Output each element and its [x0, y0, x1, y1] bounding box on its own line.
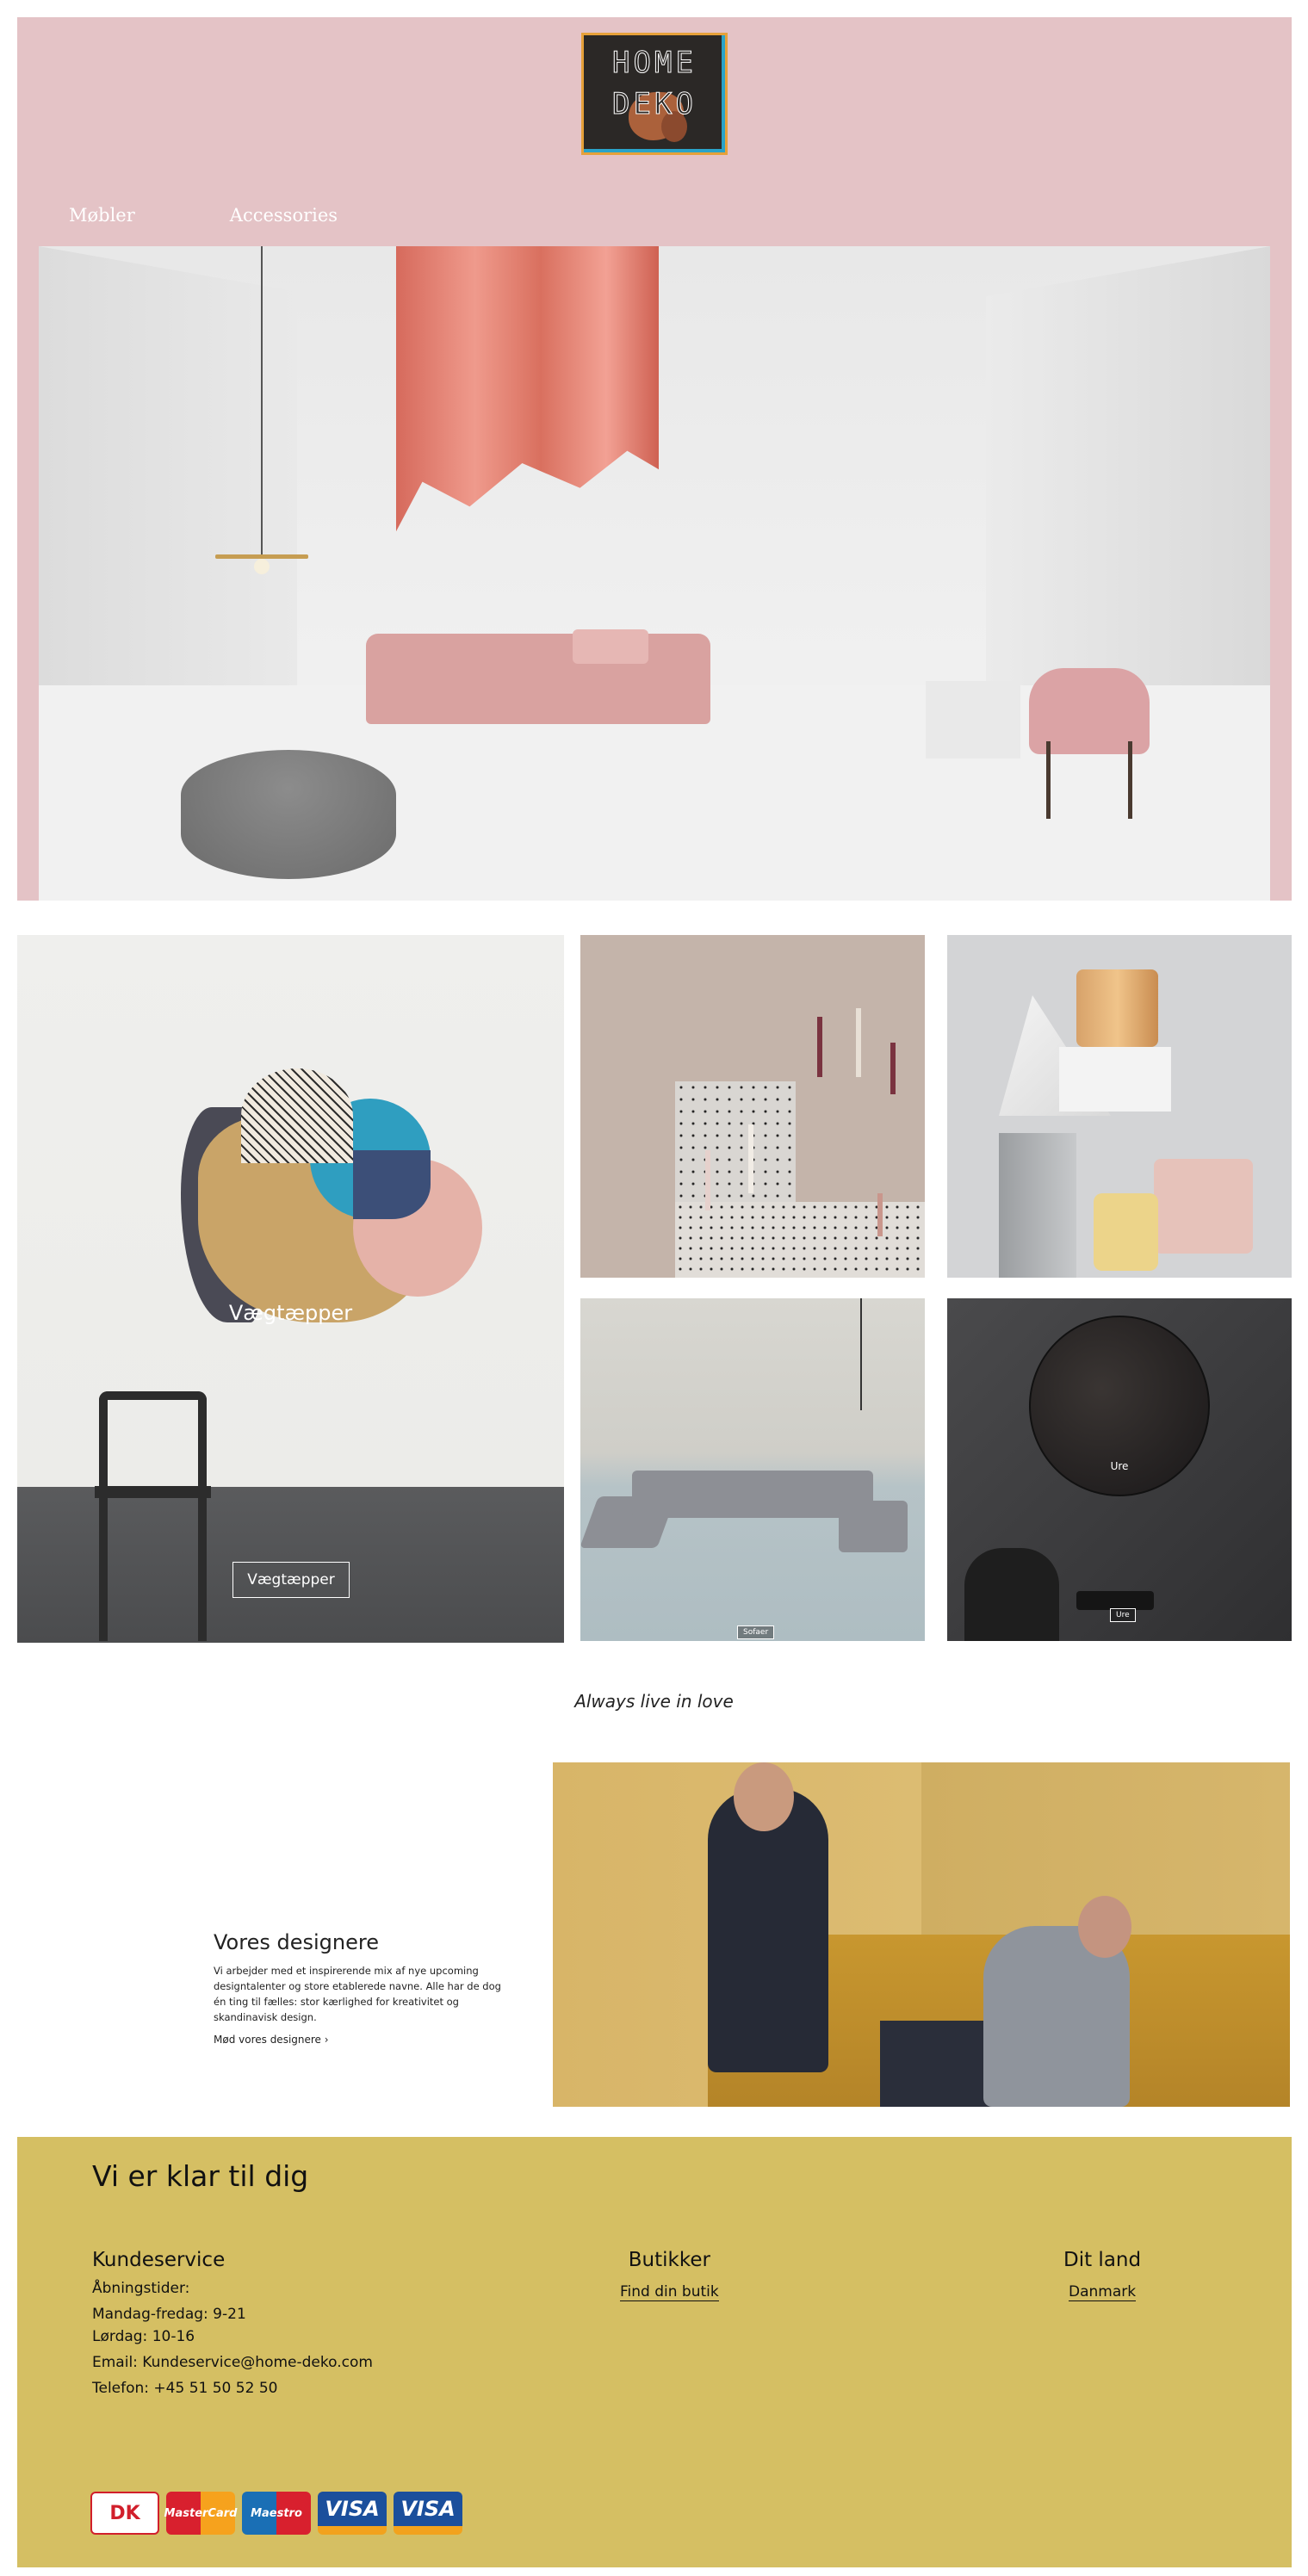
logo-text-deko: DEKO [612, 87, 697, 122]
grey-sofa [839, 1501, 908, 1552]
nav-item-mobler[interactable]: Møbler [69, 205, 135, 226]
designer-head [1078, 1896, 1131, 1958]
chair-seat [95, 1486, 211, 1498]
vaegtaepper-button[interactable]: Vægtæpper [232, 1562, 350, 1598]
armchair-leg [1128, 741, 1132, 819]
find-store-link[interactable]: Find din butik [620, 2283, 719, 2301]
footer: Vi er klar til dig Kundeservice Åbningst… [17, 2137, 1292, 2567]
white-block [1059, 1047, 1171, 1112]
category-tile-vaegtaepper[interactable]: Vægtæpper Vægtæpper [17, 935, 564, 1643]
candle [817, 1017, 822, 1077]
weekday-hours: Mandag-fredag: 9-21 [92, 2306, 246, 2323]
designers-body: Vi arbejder med et inspirerende mix af n… [214, 1965, 501, 2023]
opening-hours-label: Åbningstider: [92, 2280, 190, 2297]
wall-shelf [1076, 1591, 1154, 1610]
hero-image[interactable] [39, 246, 1270, 901]
butikker-heading: Butikker [628, 2249, 710, 2271]
lamp-bulb [254, 559, 270, 574]
country-column: Dit land Danmark [1063, 2249, 1141, 2301]
candle [856, 1008, 861, 1077]
candle [748, 1124, 753, 1193]
rug-shape [353, 1150, 431, 1219]
category-tile-ure[interactable]: Ure Ure [947, 1298, 1292, 1641]
pedestal [926, 681, 1020, 759]
grey-pouf [181, 750, 396, 879]
home-deko-logo[interactable]: HOME DEKO [581, 33, 728, 155]
kundeservice-column: Kundeservice Åbningstider: Mandag-fredag… [92, 2249, 373, 2397]
ure-button[interactable]: Ure [1110, 1608, 1136, 1622]
tile-overlay-label: Vægtæpper [228, 1301, 353, 1325]
contact-phone[interactable]: Telefon: +45 51 50 52 50 [92, 2380, 373, 2397]
designer-head [734, 1762, 794, 1831]
terrazzo-block [675, 1202, 925, 1278]
wood-vase [1076, 969, 1158, 1047]
armchair-leg [1046, 741, 1051, 819]
yellow-cup [1094, 1193, 1158, 1271]
mastercard-icon: MasterCard [164, 2492, 237, 2535]
visa-icon: VISA [318, 2492, 387, 2535]
country-heading: Dit land [1063, 2249, 1142, 2271]
maestro-icon: Maestro [242, 2492, 311, 2535]
contact-email[interactable]: Email: Kundeservice@home-deko.com [92, 2354, 373, 2371]
candle [890, 1043, 896, 1094]
main-nav: Møbler Accessories [69, 205, 338, 226]
sofaer-button[interactable]: Sofaer [737, 1625, 775, 1639]
marble-wall [39, 246, 297, 757]
stone-block [999, 1133, 1076, 1278]
designers-link[interactable]: Mød vores designere › [214, 2034, 511, 2046]
pendant-lamp-cord [860, 1298, 862, 1410]
nav-item-accessories[interactable]: Accessories [230, 205, 338, 226]
grey-sofa [632, 1471, 873, 1518]
kundeservice-heading: Kundeservice [92, 2249, 226, 2271]
category-tile-candles[interactable] [580, 935, 925, 1278]
footer-title: Vi er klar til dig [92, 2159, 309, 2193]
hero-header: HOME DEKO Møbler Accessories [17, 17, 1292, 901]
candle [877, 1193, 883, 1236]
butikker-column: Butikker Find din butik [620, 2249, 719, 2301]
black-chair [99, 1391, 207, 1641]
country-link[interactable]: Danmark [1069, 2283, 1137, 2301]
pink-curtain [396, 246, 659, 532]
saturday-hours: Lørdag: 10-16 [92, 2328, 195, 2345]
pendant-lamp-cord [261, 246, 263, 556]
category-tile-sofaer[interactable]: Sofaer [580, 1298, 925, 1641]
designers-title: Vores designere [214, 1930, 379, 1954]
candle [705, 1150, 710, 1211]
tagline: Always live in love [574, 1691, 734, 1712]
tile-overlay-label: Ure [1110, 1460, 1129, 1472]
category-tile-accessories[interactable] [947, 935, 1292, 1278]
designers-section: Vores designere Vi arbejder med et inspi… [214, 1930, 511, 2046]
plant-pot [964, 1548, 1059, 1641]
logo-text-home: HOME [612, 46, 697, 81]
visa-electron-icon: VISA [394, 2492, 462, 2535]
pink-sofa [366, 634, 710, 724]
designers-image[interactable] [553, 1762, 1290, 2107]
rug-shape [241, 1068, 353, 1163]
payment-methods: DK MasterCard Maestro VISA VISA [90, 2492, 462, 2535]
pink-pot [1154, 1159, 1253, 1254]
sofa-cushion [573, 629, 648, 664]
dankort-icon: DK [90, 2492, 159, 2535]
